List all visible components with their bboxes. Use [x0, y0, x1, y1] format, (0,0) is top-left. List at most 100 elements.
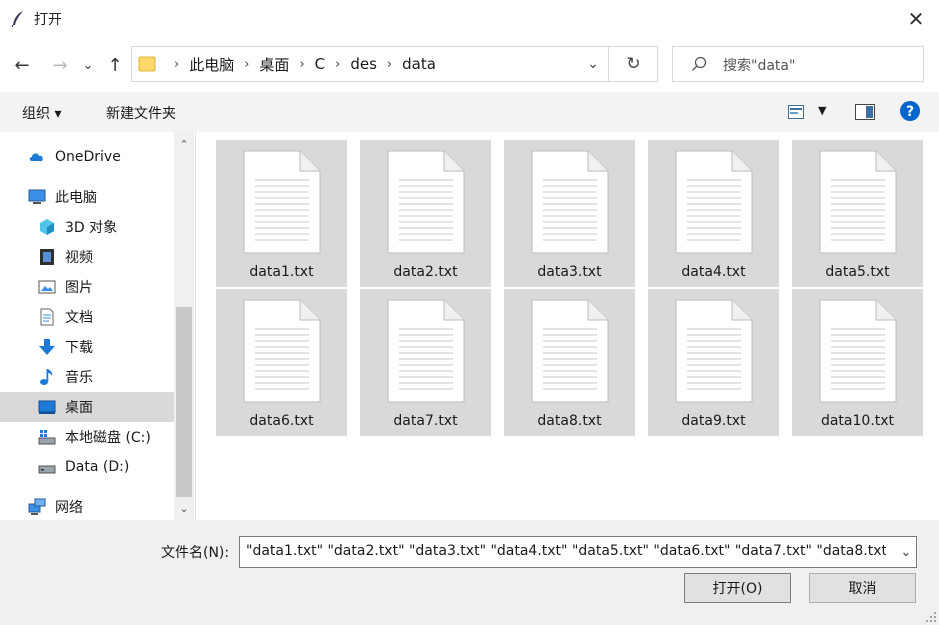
feather-icon	[11, 11, 23, 28]
network-icon	[28, 498, 46, 515]
view-options-icon[interactable]	[788, 105, 804, 119]
file-name: data3.txt	[537, 264, 602, 280]
music-icon	[40, 369, 53, 385]
forward-arrow-icon: →	[52, 54, 68, 76]
sidebar-item-label: 此电脑	[55, 190, 97, 206]
open-button[interactable]: 打开(O)	[684, 573, 791, 603]
search-icon	[692, 56, 707, 71]
sidebar-item-videos[interactable]: 视频	[0, 242, 174, 272]
filename-input[interactable]: "data1.txt" "data2.txt" "data3.txt" "dat…	[239, 536, 917, 568]
video-icon	[40, 249, 54, 265]
up-arrow-icon: ↑	[107, 54, 123, 76]
sidebar-item-desktop[interactable]: 桌面	[0, 392, 174, 422]
cloud-icon	[29, 153, 43, 161]
sidebar-item-drive-d[interactable]: Data (D:)	[0, 452, 174, 482]
navigation-pane: OneDrive 此电脑 3D 对象 视频 图片 文档 下载 音乐 桌面 本地磁…	[0, 132, 196, 520]
sidebar-item-onedrive[interactable]: OneDrive	[0, 142, 174, 172]
address-dropdown-button[interactable]: ⌄	[580, 47, 606, 81]
text-file-icon	[387, 299, 465, 403]
address-bar[interactable]: › 此电脑 › 桌面 › C › des › data ⌄ ↻	[131, 46, 658, 82]
file-item[interactable]: data7.txt	[360, 289, 491, 436]
search-input[interactable]: 搜索"data"	[672, 46, 924, 82]
file-item[interactable]: data10.txt	[792, 289, 923, 436]
chevron-down-icon: ⌄	[587, 56, 599, 72]
text-file-icon	[675, 299, 753, 403]
sidebar-item-pictures[interactable]: 图片	[0, 272, 174, 302]
file-item[interactable]: data2.txt	[360, 140, 491, 287]
sidebar-item-label: 本地磁盘 (C:)	[65, 430, 151, 446]
sidebar-item-network[interactable]: 网络	[0, 492, 174, 520]
refresh-icon: ↻	[626, 54, 641, 74]
file-item[interactable]: data4.txt	[648, 140, 779, 287]
file-item[interactable]: data8.txt	[504, 289, 635, 436]
sidebar-item-label: 音乐	[65, 370, 93, 386]
file-name: data7.txt	[393, 413, 458, 429]
file-list: data1.txt data2.txt data3.txt data4.txt	[197, 132, 939, 520]
file-item[interactable]: data6.txt	[216, 289, 347, 436]
chevron-down-icon: ⌄	[82, 57, 94, 73]
download-icon	[39, 339, 55, 355]
breadcrumb-data[interactable]: data	[402, 55, 436, 73]
back-arrow-icon: ←	[14, 54, 30, 76]
chevron-down-icon: ⌄	[179, 501, 189, 515]
svg-text:?: ?	[906, 104, 914, 120]
recent-locations-button[interactable]: ⌄	[78, 53, 98, 77]
view-dropdown-icon[interactable]: ▼	[818, 104, 826, 117]
file-name: data6.txt	[249, 413, 314, 429]
text-file-icon	[531, 150, 609, 254]
refresh-button[interactable]: ↻	[608, 47, 658, 81]
new-folder-button[interactable]: 新建文件夹	[106, 103, 176, 123]
title-bar: 打开 ✕	[0, 0, 939, 38]
sidebar-item-label: 图片	[65, 280, 93, 296]
file-item[interactable]: data9.txt	[648, 289, 779, 436]
sidebar-item-label: OneDrive	[55, 149, 121, 165]
text-file-icon	[819, 299, 897, 403]
sidebar-item-documents[interactable]: 文档	[0, 302, 174, 332]
forward-button[interactable]: →	[48, 53, 72, 77]
computer-icon	[28, 189, 46, 204]
sidebar-item-label: 文档	[65, 310, 93, 326]
command-toolbar: 组织 ▾ 新建文件夹 ▼ ?	[0, 92, 939, 132]
help-icon[interactable]: ?	[900, 101, 920, 121]
sidebar-item-this-pc[interactable]: 此电脑	[0, 182, 174, 212]
close-button[interactable]: ✕	[893, 0, 939, 38]
file-item[interactable]: data1.txt	[216, 140, 347, 287]
breadcrumb-separator-icon: ›	[244, 56, 250, 72]
cancel-button[interactable]: 取消	[809, 573, 916, 603]
file-name: data4.txt	[681, 264, 746, 280]
sidebar-item-downloads[interactable]: 下载	[0, 332, 174, 362]
scrollbar-thumb[interactable]	[176, 307, 192, 497]
preview-pane-icon[interactable]	[855, 104, 875, 120]
resize-grip-icon[interactable]	[926, 612, 936, 622]
sidebar-item-3d-objects[interactable]: 3D 对象	[0, 212, 174, 242]
file-name: data5.txt	[825, 264, 890, 280]
breadcrumb: › 此电脑 › 桌面 › C › des › data	[164, 47, 436, 81]
breadcrumb-this-pc[interactable]: 此电脑	[189, 54, 234, 75]
up-button[interactable]: ↑	[103, 53, 127, 77]
file-name: data10.txt	[820, 413, 895, 429]
scroll-down-button[interactable]: ⌄	[174, 498, 194, 518]
back-button[interactable]: ←	[10, 53, 34, 77]
sidebar-item-music[interactable]: 音乐	[0, 362, 174, 392]
filename-dropdown-button[interactable]: ⌄	[896, 537, 916, 567]
sidebar-scrollbar[interactable]: ⌃ ⌄	[174, 132, 194, 520]
breadcrumb-desktop[interactable]: 桌面	[259, 54, 289, 75]
sidebar-item-drive-c[interactable]: 本地磁盘 (C:)	[0, 422, 174, 452]
cancel-button-label: 取消	[848, 581, 877, 597]
sidebar-item-label: 网络	[55, 500, 83, 516]
file-name: data1.txt	[249, 264, 314, 280]
cube-icon	[40, 219, 54, 235]
navigation-bar: ← → ⌄ ↑ › 此电脑 › 桌面 › C › des › data ⌄ ↻	[0, 38, 939, 92]
sidebar-item-label: Data (D:)	[65, 459, 130, 475]
filename-value[interactable]: "data1.txt" "data2.txt" "data3.txt" "dat…	[246, 543, 886, 559]
dialog-footer: 文件名(N): "data1.txt" "data2.txt" "data3.t…	[0, 520, 939, 625]
sidebar-item-label: 3D 对象	[65, 220, 118, 236]
open-button-label: 打开(O)	[712, 581, 763, 597]
pictures-icon	[38, 280, 56, 294]
breadcrumb-c[interactable]: C	[315, 55, 325, 73]
file-item[interactable]: data3.txt	[504, 140, 635, 287]
file-item[interactable]: data5.txt	[792, 140, 923, 287]
organize-button[interactable]: 组织 ▾	[22, 103, 61, 123]
breadcrumb-des[interactable]: des	[350, 55, 377, 73]
scroll-up-button[interactable]: ⌃	[174, 134, 194, 154]
